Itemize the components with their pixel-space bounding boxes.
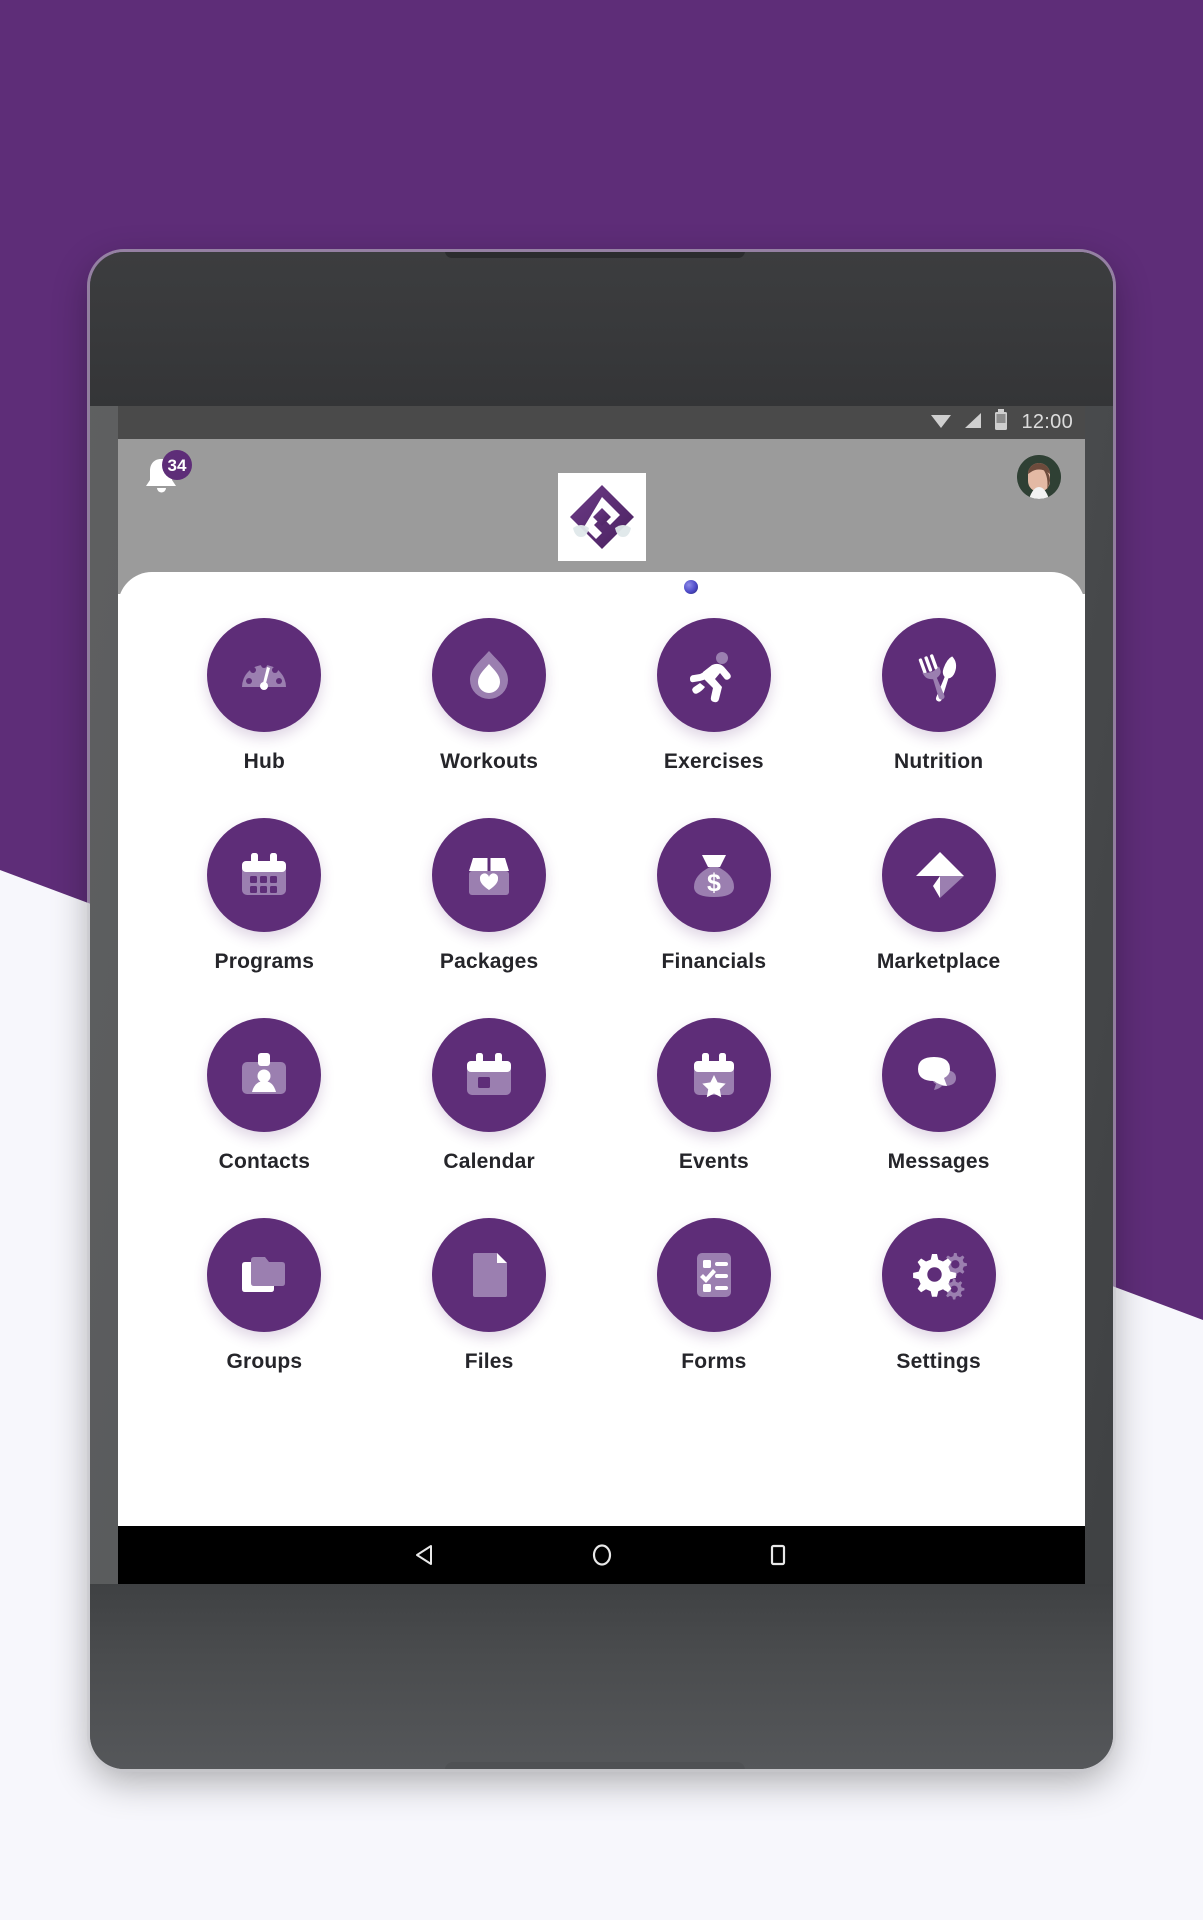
chat-bubbles-icon xyxy=(917,1057,956,1090)
wifi-icon xyxy=(930,410,952,435)
app-tile-grid: Hub Workouts Exercises Nutrition Program… xyxy=(152,618,1051,1374)
tile-icon-wrapper xyxy=(656,1018,771,1132)
tile-label: Programs xyxy=(214,950,315,973)
tile-hub[interactable]: Hub xyxy=(152,618,377,774)
tablet-device: 12:00 34 Hub Workouts Exercises Nutritio… xyxy=(90,252,1113,1769)
front-camera-icon xyxy=(684,580,698,594)
tile-label: Marketplace xyxy=(876,950,1001,973)
tile-label: Hub xyxy=(243,750,286,773)
tile-label: Exercises xyxy=(663,750,764,773)
running-person-icon xyxy=(689,652,731,703)
money-bag-icon: $ xyxy=(693,855,734,897)
tile-forms[interactable]: Forms xyxy=(602,1218,827,1374)
fork-knife-icon xyxy=(918,654,956,702)
tile-icon-wrapper xyxy=(207,818,322,932)
tile-calendar[interactable]: Calendar xyxy=(377,1018,602,1174)
calendar-icon xyxy=(467,1053,512,1095)
id-badge-icon xyxy=(242,1053,287,1094)
tile-label: Packages xyxy=(439,950,539,973)
back-triangle-icon xyxy=(415,1545,432,1565)
tile-label: Settings xyxy=(896,1350,981,1373)
tile-label: Events xyxy=(678,1150,749,1173)
tile-icon-wrapper xyxy=(881,818,996,932)
checklist-clipboard-icon xyxy=(696,1253,731,1297)
android-navigation-bar xyxy=(118,1526,1085,1584)
tile-icon-wrapper xyxy=(432,1018,547,1132)
screenshot-stage: 12:00 34 Hub Workouts Exercises Nutritio… xyxy=(0,0,1203,1920)
tile-label: Files xyxy=(464,1350,514,1373)
tile-settings[interactable]: Settings xyxy=(826,1218,1051,1374)
tablet-top-bezel xyxy=(90,252,1113,406)
tile-label: Groups xyxy=(226,1350,303,1373)
tile-marketplace[interactable]: Marketplace xyxy=(826,818,1051,974)
home-circle-icon xyxy=(592,1544,611,1566)
svg-text:$: $ xyxy=(707,869,721,897)
bottom-slot xyxy=(445,1762,745,1769)
bell-icon xyxy=(140,459,184,503)
avatar-icon xyxy=(1017,455,1061,499)
status-bar-clock: 12:00 xyxy=(1021,411,1073,433)
tile-label: Forms xyxy=(681,1350,747,1373)
document-icon xyxy=(473,1253,508,1297)
flame-icon xyxy=(470,651,509,699)
tile-icon-wrapper xyxy=(656,1218,771,1332)
tile-icon-wrapper xyxy=(207,1218,322,1332)
calendar-dots-icon xyxy=(242,853,287,895)
tile-exercises[interactable]: Exercises xyxy=(602,618,827,774)
gears-icon xyxy=(912,1253,967,1300)
tile-label: Financials xyxy=(661,950,767,973)
notifications-button[interactable]: 34 xyxy=(140,450,192,505)
speaker-slot xyxy=(445,252,745,258)
battery-icon xyxy=(994,409,1008,436)
tile-label: Calendar xyxy=(443,1150,535,1173)
tile-icon-wrapper xyxy=(656,618,771,732)
tile-icon-wrapper: $ xyxy=(656,818,771,932)
folders-icon xyxy=(242,1257,286,1292)
tablet-bottom-bezel xyxy=(90,1584,1113,1769)
recents-button[interactable] xyxy=(765,1542,791,1568)
cellular-signal-icon xyxy=(963,410,983,435)
tile-label: Contacts xyxy=(218,1150,311,1173)
tablet-screen: 12:00 34 Hub Workouts Exercises Nutritio… xyxy=(118,406,1085,1584)
tile-icon-wrapper xyxy=(432,1218,547,1332)
tile-contacts[interactable]: Contacts xyxy=(152,1018,377,1174)
tile-label: Nutrition xyxy=(893,750,984,773)
tile-label: Messages xyxy=(887,1150,990,1173)
box-heart-icon xyxy=(469,858,510,895)
tile-workouts[interactable]: Workouts xyxy=(377,618,602,774)
app-logo-diamond-icon xyxy=(569,485,634,549)
recents-square-icon xyxy=(770,1544,785,1566)
tile-programs[interactable]: Programs xyxy=(152,818,377,974)
app-header: 34 xyxy=(118,439,1085,594)
tile-icon-wrapper xyxy=(207,618,322,732)
speedometer-icon xyxy=(242,662,287,690)
tile-icon-wrapper xyxy=(881,618,996,732)
tile-label: Workouts xyxy=(440,750,539,773)
tile-files[interactable]: Files xyxy=(377,1218,602,1374)
paper-plane-icon xyxy=(915,852,964,898)
tile-messages[interactable]: Messages xyxy=(826,1018,1051,1174)
user-avatar[interactable] xyxy=(1017,455,1061,499)
tile-icon-wrapper xyxy=(432,818,547,932)
calendar-star-icon xyxy=(693,1053,734,1098)
tile-icon-wrapper xyxy=(207,1018,322,1132)
home-grid-panel: Hub Workouts Exercises Nutrition Program… xyxy=(118,572,1085,1497)
tile-groups[interactable]: Groups xyxy=(152,1218,377,1374)
tile-icon-wrapper xyxy=(432,618,547,732)
notification-badge: 34 xyxy=(162,450,192,480)
app-logo xyxy=(557,473,646,561)
android-status-bar: 12:00 xyxy=(118,406,1085,439)
tile-events[interactable]: Events xyxy=(602,1018,827,1174)
tile-packages[interactable]: Packages xyxy=(377,818,602,974)
tile-icon-wrapper xyxy=(881,1218,996,1332)
back-button[interactable] xyxy=(413,1542,439,1568)
tile-icon-wrapper xyxy=(881,1018,996,1132)
tile-financials[interactable]: $ Financials xyxy=(602,818,827,974)
home-button[interactable] xyxy=(589,1542,615,1568)
tile-nutrition[interactable]: Nutrition xyxy=(826,618,1051,774)
